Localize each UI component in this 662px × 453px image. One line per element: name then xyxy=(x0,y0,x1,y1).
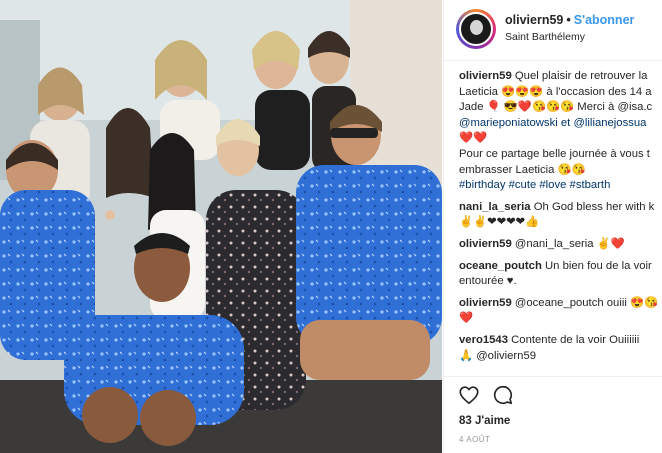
post-author: oliviern59 • S'abonner xyxy=(505,13,634,27)
comment-line: ❤️❤️ xyxy=(459,132,488,145)
comment-username[interactable]: oliviern59 xyxy=(459,238,512,250)
location-link[interactable]: Saint Barthélemy xyxy=(505,31,585,43)
comment-text: @nani_la_seria ✌️❤️ xyxy=(514,237,625,250)
post-actions: 83 J'aime 4 AOÛT xyxy=(444,376,662,453)
comment-text: @oceane_poutch ouiii 😍😘 xyxy=(514,296,659,309)
post-header: oliviern59 • S'abonner Saint Barthélemy xyxy=(444,0,662,61)
comment-line: embrasser Laeticia 😘😘 xyxy=(459,163,586,176)
speech-bubble-icon[interactable] xyxy=(492,384,514,406)
comment-line: oliviern59 Quel plaisir de retrouver la xyxy=(459,69,662,85)
comment: oceane_poutch Un bien fou de la voir ent… xyxy=(459,259,662,290)
comment-username[interactable]: oliviern59 xyxy=(459,70,512,82)
comment-username[interactable]: oceane_poutch xyxy=(459,260,542,272)
comment-line: oliviern59 @nani_la_seria ✌️❤️ xyxy=(459,237,662,253)
caption-comment: oliviern59 Quel plaisir de retrouver la … xyxy=(459,69,662,194)
comment-line: ❤️ xyxy=(459,312,474,325)
comment-line: nani_la_seria Oh God bless her with k xyxy=(459,200,662,216)
follow-button[interactable]: S'abonner xyxy=(574,13,635,27)
comment-text: Oh God bless her with k xyxy=(533,200,655,213)
post-date: 4 AOÛT xyxy=(459,435,491,444)
comment-username[interactable]: oliviern59 xyxy=(459,297,512,309)
comment-line: vero1543 Contente de la voir Ouiiiiii xyxy=(459,333,662,349)
comment-username[interactable]: nani_la_seria xyxy=(459,201,531,213)
hashtags-line[interactable]: #birthday #cute #love #stbarth xyxy=(459,178,662,194)
comment-text: Quel plaisir de retrouver la xyxy=(514,70,648,82)
comment-line: entourée ♥. xyxy=(459,275,517,288)
comment-line: ✌️✌️❤❤❤❤👍 xyxy=(459,216,540,229)
post-side-panel: oliviern59 • S'abonner Saint Barthélemy ol… xyxy=(443,0,662,453)
comment: vero1543 Contente de la voir Ouiiiiii 🙏 … xyxy=(459,333,662,364)
avatar[interactable] xyxy=(456,9,496,49)
comment-line: Laeticia 😍😍😍 à l'occasion des 14 a xyxy=(459,85,652,98)
comment-line-mentions[interactable]: @marieponiatowski et @lilianejossua xyxy=(459,116,662,132)
comment-line: oceane_poutch Un bien fou de la voir xyxy=(459,259,662,275)
avatar-face-icon xyxy=(470,20,483,35)
comment-text: Un bien fou de la voir xyxy=(545,259,652,272)
avatar-image xyxy=(459,12,493,46)
comment-username[interactable]: vero1543 xyxy=(459,334,508,346)
comment-line: Pour ce partage belle journée à vous t xyxy=(459,147,650,160)
comment: nani_la_seria Oh God bless her with k ✌️… xyxy=(459,200,662,231)
comment-line: Jade 🎈 😎❤️😘😘😘 Merci à @isa.c xyxy=(459,101,653,114)
comment-line: 🙏 @oliviern59 xyxy=(459,349,537,362)
comment-text: Contente de la voir Ouiiiiii xyxy=(511,333,640,346)
comment: oliviern59 @oceane_poutch ouiii 😍😘 ❤️ xyxy=(459,296,662,327)
likes-count[interactable]: 83 J'aime xyxy=(459,415,510,427)
post-photo[interactable] xyxy=(0,0,442,453)
comment: oliviern59 @nani_la_seria ✌️❤️ xyxy=(459,237,662,253)
comment-line: oliviern59 @oceane_poutch ouiii 😍😘 xyxy=(459,296,662,312)
group-photo-image xyxy=(0,0,442,453)
heart-outline-icon[interactable] xyxy=(458,384,480,406)
separator-dot: • xyxy=(566,13,571,27)
comments-list: oliviern59 Quel plaisir de retrouver la … xyxy=(459,69,662,370)
author-username-link[interactable]: oliviern59 xyxy=(505,13,563,27)
